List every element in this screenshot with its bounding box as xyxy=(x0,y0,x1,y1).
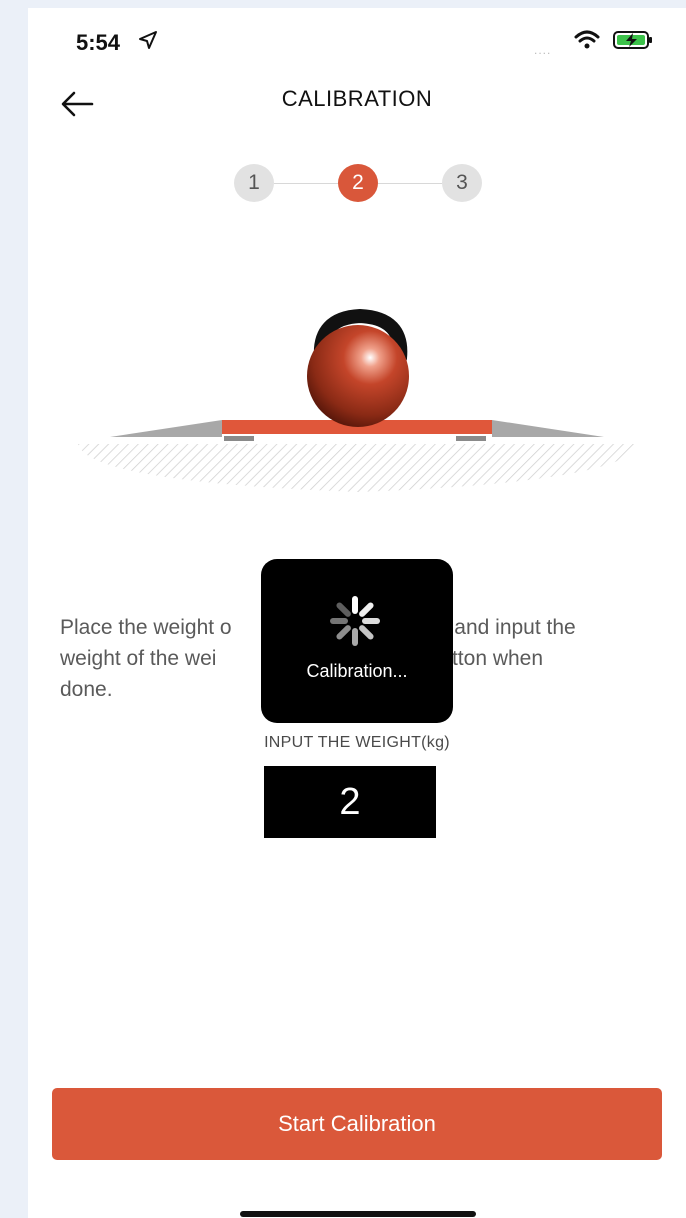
step-1: 1 xyxy=(234,164,274,202)
start-calibration-button[interactable]: Start Calibration xyxy=(52,1088,662,1160)
scale-ramp-left xyxy=(110,420,222,437)
kettlebell-body xyxy=(307,325,409,427)
step-2-active: 2 xyxy=(338,164,378,202)
instructions-line2-left: weight of the wei xyxy=(60,647,217,670)
battery-charging-icon xyxy=(613,31,652,49)
floor-shadow xyxy=(78,444,638,492)
weight-input[interactable] xyxy=(264,766,436,838)
calibration-progress-hud: Calibration... xyxy=(261,559,453,723)
page-title: CALIBRATION xyxy=(281,86,433,111)
scale-kettlebell-illustration xyxy=(78,308,638,492)
hud-status-text: Calibration... xyxy=(306,661,408,681)
step-3: 3 xyxy=(442,164,482,202)
status-time: 5:54 xyxy=(76,30,121,55)
wifi-icon xyxy=(574,30,600,49)
spinner-icon xyxy=(330,596,380,646)
cellular-signal: .... xyxy=(534,43,552,57)
phone-screen: 5:54 .... CALIBRATION 1 2 3 Place the we… xyxy=(28,8,686,1218)
step-connector xyxy=(274,183,338,184)
home-indicator xyxy=(240,1211,476,1217)
weight-input-label: INPUT THE WEIGHT(kg) xyxy=(264,734,450,751)
step-indicator: 1 2 3 xyxy=(234,164,482,202)
scale-ramp-right xyxy=(492,420,604,437)
step-connector xyxy=(378,183,442,184)
location-arrow-icon xyxy=(139,31,157,49)
instructions-line1-left: Place the weight o xyxy=(60,616,232,639)
